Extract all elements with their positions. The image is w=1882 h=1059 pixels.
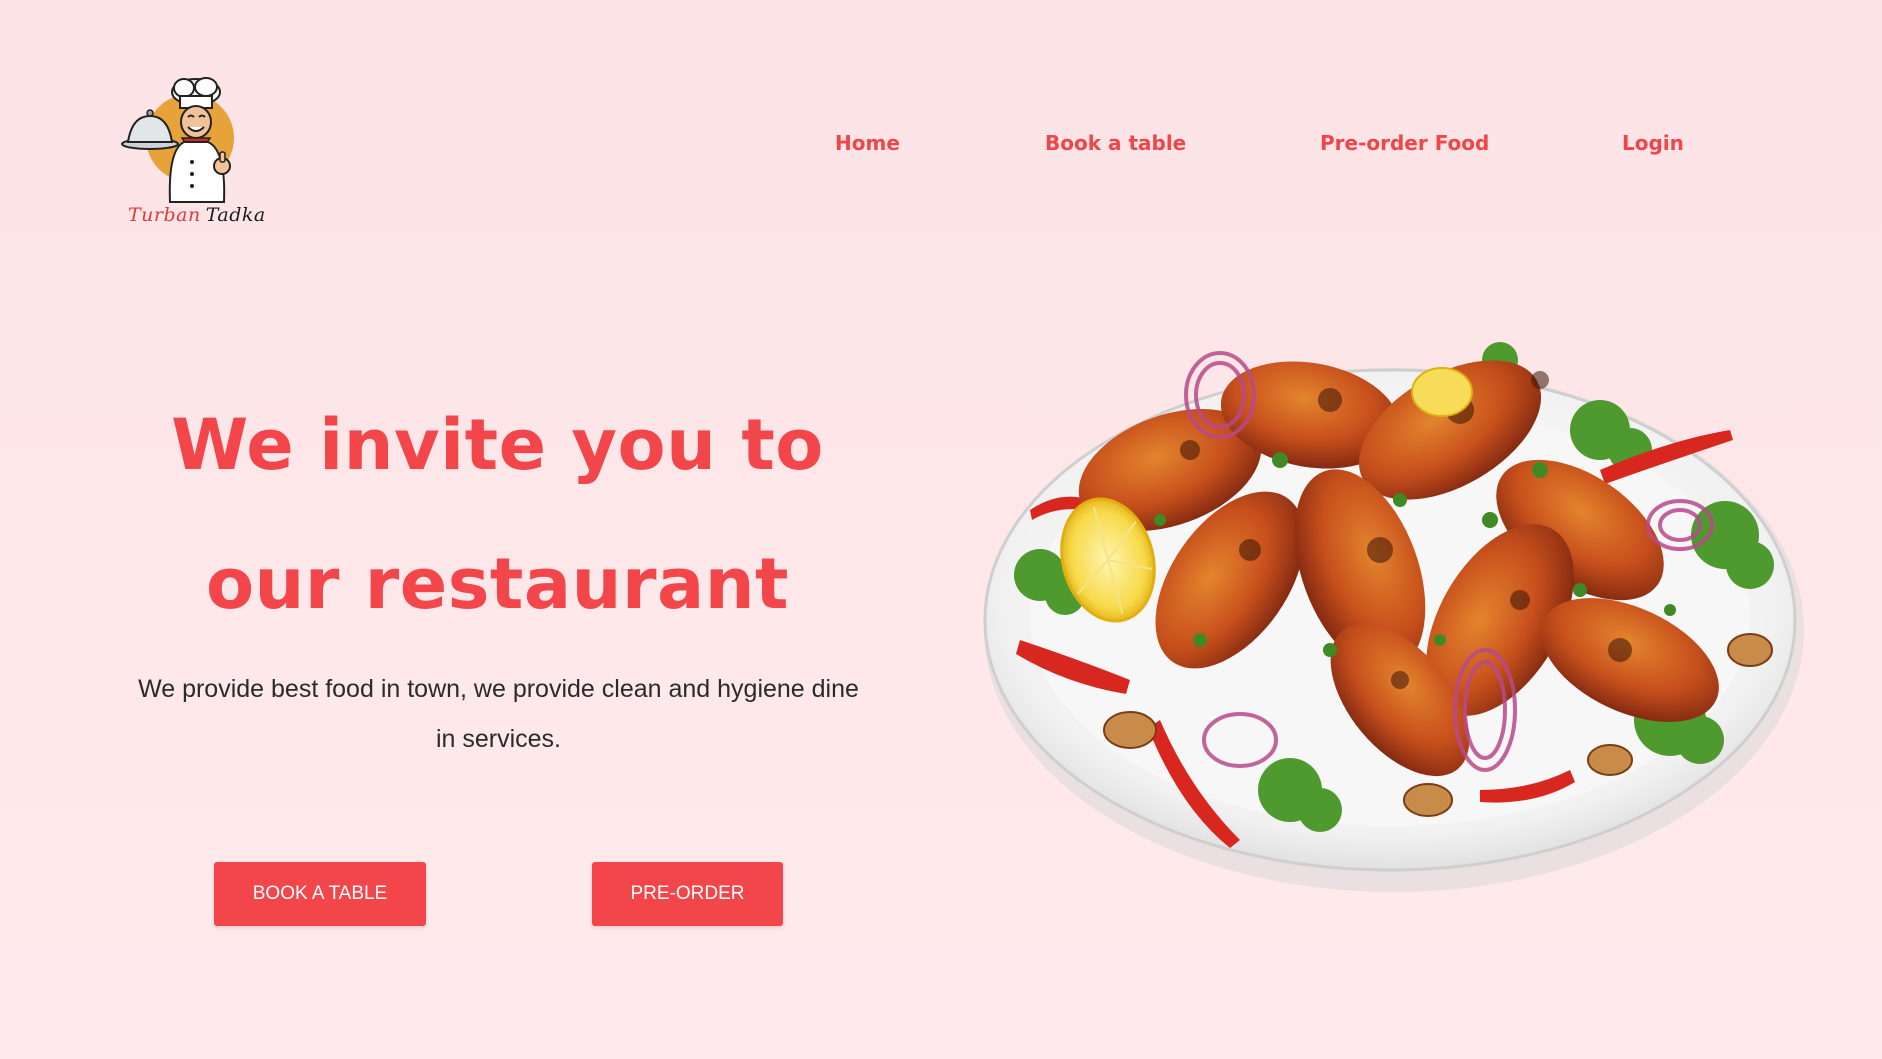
hero-title-line1: We invite you to [171, 404, 824, 486]
brand-name-part1: Turban [128, 204, 201, 226]
nav-login[interactable]: Login [1622, 131, 1684, 155]
book-table-button[interactable]: BOOK A TABLE [214, 862, 426, 926]
main-nav: Home Book a table Pre-order Food Login [0, 131, 1882, 161]
hero-title-line2: our restaurant [205, 543, 790, 625]
tandoori-chicken-plate [983, 342, 1804, 892]
preorder-button[interactable]: PRE-ORDER [592, 862, 783, 926]
hero-title: We invite you to our restaurant [100, 376, 895, 654]
hero-description-line1: We provide best food in town, we provide… [138, 675, 859, 703]
nav-home[interactable]: Home [835, 131, 900, 155]
hero-description: We provide best food in town, we provide… [120, 664, 877, 764]
brand-name-part2: Tadka [205, 204, 266, 226]
hero-description-line2: in services. [435, 725, 562, 753]
brand-name: Turban Tadka [128, 204, 266, 226]
hero-food-image [980, 320, 1805, 900]
nav-book-table[interactable]: Book a table [1045, 131, 1186, 155]
nav-preorder-food[interactable]: Pre-order Food [1320, 131, 1489, 155]
